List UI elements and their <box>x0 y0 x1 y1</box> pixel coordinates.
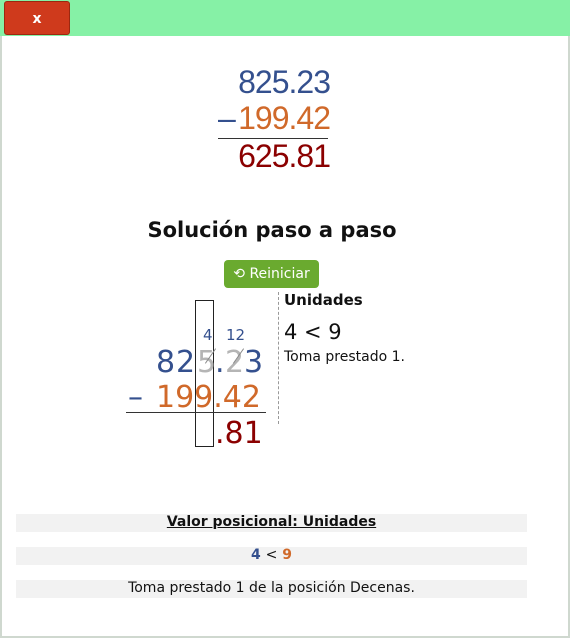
reset-button[interactable]: ⟲ Reiniciar <box>224 260 319 288</box>
explanation-title: Valor posicional: Unidades <box>16 514 527 532</box>
step-minuend-digit: 2 <box>176 345 196 380</box>
result: 625.81 <box>238 138 331 174</box>
borrow-note: Toma prestado 1. <box>284 349 405 365</box>
divider <box>278 292 279 424</box>
step-minus-sign: – <box>128 380 143 415</box>
comparison: 4 < 9 <box>284 320 342 344</box>
borrow-digit-tens: 4 <box>203 326 213 344</box>
explanation-comparison: 4 < 9 <box>16 547 527 565</box>
step-minuend-digit: 3 <box>244 345 264 380</box>
step-minuend-digit: 8 <box>156 345 176 380</box>
reset-label: Reiniciar <box>249 266 310 282</box>
step-partial-result: .81 <box>215 416 263 451</box>
step-result-rule <box>126 412 266 413</box>
subtrahend: 199.42 <box>238 100 331 136</box>
cmp-left: 4 <box>251 547 261 563</box>
place-value-title: Unidades <box>284 291 363 309</box>
cmp-right: 9 <box>282 547 292 563</box>
subtraction-summary: 825.23 – 199.42 625.81 <box>0 0 570 200</box>
cmp-op: < <box>265 547 278 563</box>
minuend: 825.23 <box>238 64 331 100</box>
step-subtrahend: 199.42 <box>156 380 261 415</box>
borrow-digit-units: 12 <box>226 326 246 344</box>
minus-sign: – <box>218 100 236 136</box>
explanation-text: Toma prestado 1 de la posición Decenas. <box>16 580 527 598</box>
solution-heading: Solución paso a paso <box>147 218 397 242</box>
refresh-icon: ⟲ <box>233 266 245 282</box>
step-minuend-digit: . <box>215 345 225 380</box>
